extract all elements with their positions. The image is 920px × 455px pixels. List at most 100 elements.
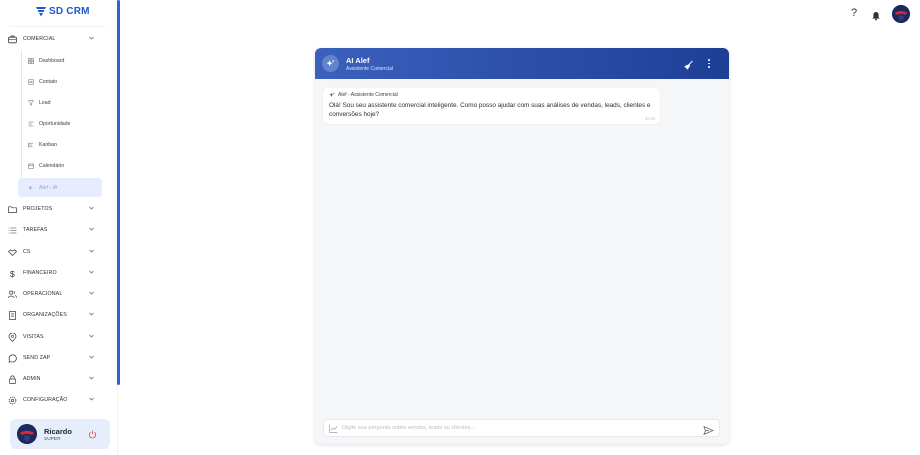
handshake-icon	[8, 248, 17, 257]
svg-text:$: $	[10, 269, 15, 278]
funnel-icon	[28, 99, 34, 106]
sidebar-item-label: Alef - IA	[39, 184, 58, 191]
menu-label: VISITAS	[23, 334, 44, 340]
menu-cs[interactable]: CS	[8, 245, 104, 259]
bot-subtitle: Assistente Comercial	[346, 66, 393, 72]
chevron-down-icon	[88, 269, 94, 275]
power-icon	[88, 430, 96, 438]
menu-label: FINANCEIRO	[23, 270, 57, 276]
bell-icon	[872, 12, 880, 21]
sidebar-item-kanban[interactable]: Kanban	[18, 135, 102, 154]
bot-avatar	[322, 55, 339, 72]
send-button[interactable]	[703, 423, 715, 436]
more-options-button[interactable]	[706, 57, 712, 70]
logout-button[interactable]	[86, 428, 98, 440]
dollar-icon: $	[8, 269, 17, 278]
chevron-down-icon	[88, 226, 94, 232]
menu-label: COMERCIAL	[23, 36, 56, 42]
building-icon	[8, 310, 17, 320]
chevron-down-icon	[88, 375, 94, 381]
menu-label: ORGANIZAÇÕES	[23, 312, 67, 318]
send-icon	[703, 425, 715, 436]
chevron-down-icon	[88, 248, 94, 254]
menu-configuracao[interactable]: CONFIGURAÇÃO	[8, 393, 104, 407]
sidebar-scrollbar[interactable]	[117, 0, 120, 385]
list-icon	[8, 226, 17, 235]
bot-name: AI Alef	[346, 56, 370, 65]
sparkle-icon	[329, 92, 335, 97]
sidebar-item-dashboard[interactable]: Dashboard	[18, 51, 102, 70]
menu-admin[interactable]: ADMIN	[8, 372, 104, 386]
contact-card-icon	[28, 78, 34, 85]
chevron-down-icon	[88, 311, 94, 317]
message-time: 09:39	[644, 116, 655, 121]
user-card[interactable]: Ricardo SUPER	[10, 419, 110, 449]
logo[interactable]: SD CRM	[36, 6, 90, 17]
list-icon	[28, 121, 34, 127]
message-text: Olá! Sou seu assistente comercial inteli…	[329, 102, 651, 118]
sidebar-item-alef-ia[interactable]: Alef - IA	[18, 178, 102, 197]
sidebar-item-label: Calendário	[39, 162, 65, 169]
sparkle-icon	[326, 59, 335, 67]
sidebar-item-label: Oportunidade	[39, 120, 71, 127]
notifications-button[interactable]	[871, 8, 881, 21]
user-avatar[interactable]	[892, 5, 910, 23]
clear-chat-button[interactable]	[683, 58, 694, 70]
logo-icon	[36, 7, 46, 17]
menu-label: CONFIGURAÇÃO	[23, 397, 68, 403]
chat-input[interactable]	[342, 425, 697, 431]
chevron-down-icon	[88, 35, 94, 41]
menu-tarefas[interactable]: TAREFAS	[8, 223, 104, 237]
logo-text: SD CRM	[49, 6, 90, 17]
sidebar: SD CRM COMERCIAL Dashboard Contato Lead …	[0, 0, 118, 455]
briefcase-icon	[8, 35, 17, 44]
whatsapp-icon	[8, 354, 17, 363]
grid-icon	[28, 57, 34, 64]
menu-financeiro[interactable]: $ FINANCEIRO	[8, 266, 104, 280]
chevron-down-icon	[88, 333, 94, 339]
chat-message: Alef - Assistente Comercial Olá! Sou seu…	[323, 88, 660, 124]
sidebar-item-lead[interactable]: Lead	[18, 93, 102, 112]
kanban-icon	[28, 142, 34, 148]
chart-line-icon	[329, 424, 338, 433]
menu-label: SEND ZAP	[23, 355, 51, 361]
menu-send-zap[interactable]: SEND ZAP	[8, 351, 104, 365]
broom-icon	[684, 60, 693, 70]
sidebar-item-label: Kanban	[39, 141, 57, 148]
chat-header: AI Alef Assistente Comercial	[315, 48, 729, 79]
sidebar-item-label: Contato	[39, 78, 58, 85]
sidebar-item-calendario[interactable]: Calendário	[18, 156, 102, 175]
menu-label: PROJETOS	[23, 206, 53, 212]
menu-projetos[interactable]: PROJETOS	[8, 202, 104, 216]
chevron-down-icon	[88, 354, 94, 360]
sidebar-item-contato[interactable]: Contato	[18, 72, 102, 91]
chat-input-bar	[323, 419, 720, 437]
sidebar-item-label: Dashboard	[39, 57, 65, 64]
help-button[interactable]: ?	[851, 7, 857, 19]
folder-icon	[8, 205, 17, 214]
menu-operacional[interactable]: OPERACIONAL	[8, 287, 104, 301]
menu-comercial[interactable]: COMERCIAL	[8, 32, 104, 46]
menu-label: TAREFAS	[23, 227, 48, 233]
sidebar-item-label: Lead	[39, 99, 51, 106]
users-icon	[8, 290, 17, 299]
gear-icon	[8, 396, 17, 405]
user-role: SUPER	[44, 436, 61, 442]
menu-label: CS	[23, 249, 31, 255]
avatar	[17, 424, 37, 444]
user-name: Ricardo	[44, 426, 72, 436]
menu-label: ADMIN	[23, 376, 41, 382]
sidebar-item-oportunidade[interactable]: Oportunidade	[18, 114, 102, 133]
chevron-down-icon	[88, 396, 94, 402]
map-pin-icon	[8, 332, 17, 342]
chevron-down-icon	[88, 290, 94, 296]
menu-organizacoes[interactable]: ORGANIZAÇÕES	[8, 308, 104, 322]
menu-visitas[interactable]: VISITAS	[8, 330, 104, 344]
chat-panel: AI Alef Assistente Comercial Alef - Assi…	[315, 48, 729, 444]
message-author: Alef - Assistente Comercial	[338, 92, 398, 98]
sparkle-icon	[28, 185, 34, 191]
menu-label: OPERACIONAL	[23, 291, 63, 297]
calendar-icon	[28, 162, 34, 169]
divider	[10, 26, 106, 27]
lock-icon	[8, 375, 17, 384]
